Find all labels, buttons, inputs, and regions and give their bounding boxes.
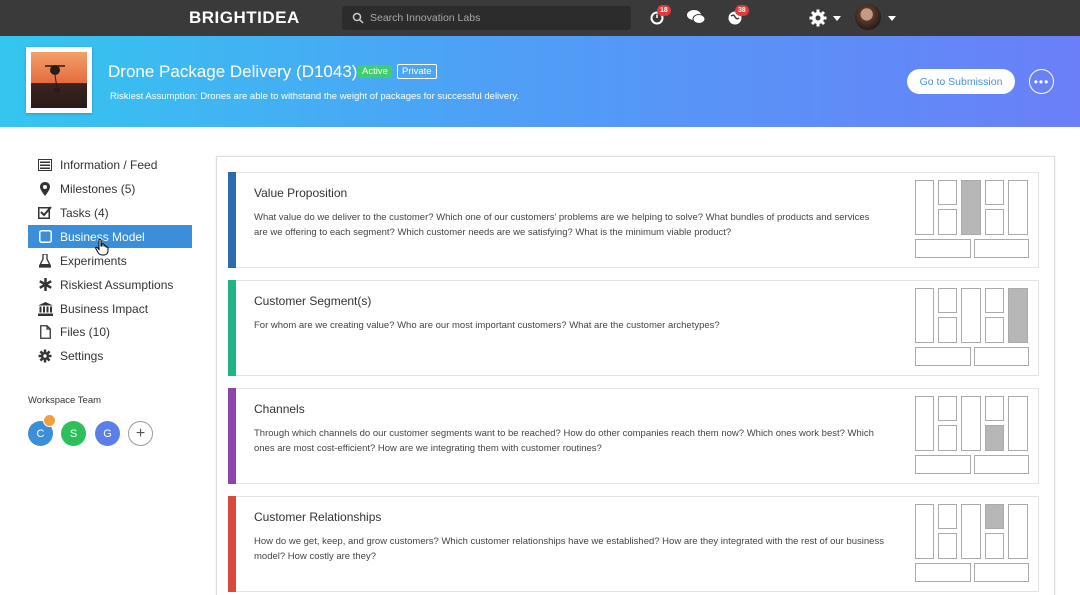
card-title: Customer Relationships	[254, 510, 382, 524]
sidebar-item-label: Milestones (5)	[60, 181, 136, 196]
user-avatar[interactable]	[855, 4, 881, 30]
sidebar-item-label: Experiments	[60, 253, 127, 268]
sidebar-item-files[interactable]: Files (10)	[28, 320, 192, 343]
card-customer-relationships[interactable]: Customer Relationships How do we get, ke…	[228, 496, 1039, 592]
riskiest-assumption-text: Riskiest Assumption: Drones are able to …	[110, 91, 520, 102]
go-to-submission-button[interactable]: Go to Submission	[907, 69, 1015, 94]
chevron-down-icon[interactable]	[888, 16, 896, 21]
gear-icon	[37, 348, 53, 364]
search-input[interactable]	[370, 12, 620, 24]
sidebar-item-experiments[interactable]: Experiments	[28, 249, 192, 272]
sidebar-item-business-model[interactable]: Business Model	[28, 225, 192, 248]
business-canvas-thumbnail	[915, 504, 1031, 584]
map-pin-icon	[37, 181, 53, 197]
card-description: Through which channels do our customer s…	[254, 428, 874, 454]
card-color-stripe	[228, 388, 236, 484]
card-description: What value do we deliver to the customer…	[254, 212, 870, 238]
card-color-stripe	[228, 172, 236, 268]
avatar-initial: G	[103, 427, 112, 440]
square-icon	[37, 229, 53, 245]
add-team-member-button[interactable]: +	[128, 421, 153, 446]
card-title: Value Proposition	[254, 186, 348, 200]
business-canvas-thumbnail	[915, 288, 1031, 368]
team-member-avatar[interactable]: G	[95, 421, 120, 446]
sidebar-item-label: Information / Feed	[60, 157, 158, 172]
card-title: Customer Segment(s)	[254, 294, 372, 308]
card-value-proposition[interactable]: Value Proposition What value do we deliv…	[228, 172, 1039, 268]
owner-badge-icon	[43, 414, 56, 427]
feed-icon	[37, 157, 53, 173]
chat-bubbles-icon[interactable]	[686, 8, 706, 28]
sidebar-item-label: Tasks (4)	[60, 205, 109, 220]
hand-cursor-icon	[95, 239, 109, 256]
status-badge: Active	[358, 65, 392, 78]
business-canvas-thumbnail	[915, 180, 1031, 260]
card-title: Channels	[254, 402, 305, 416]
card-description: For whom are we creating value? Who are …	[254, 320, 720, 331]
sidebar-item-tasks[interactable]: Tasks (4)	[28, 201, 192, 224]
avatar-initial: C	[36, 427, 45, 440]
stopwatch-icon[interactable]: 18	[648, 5, 671, 28]
search-box[interactable]	[342, 6, 631, 30]
visibility-badge: Private	[397, 64, 437, 79]
asterisk-icon	[37, 277, 53, 293]
card-color-stripe	[228, 280, 236, 376]
checkbox-icon	[37, 205, 53, 221]
sidebar-item-milestones[interactable]: Milestones (5)	[28, 177, 192, 200]
card-color-stripe	[228, 496, 236, 592]
team-member-avatar[interactable]: S	[61, 421, 86, 446]
flask-icon	[37, 253, 53, 269]
sidebar-item-label: Riskiest Assumptions	[60, 277, 174, 292]
workspace-team-label: Workspace Team	[28, 395, 102, 406]
sidebar-item-business-impact[interactable]: Business Impact	[28, 297, 192, 320]
business-canvas-thumbnail	[915, 396, 1031, 476]
gear-icon[interactable]	[808, 8, 828, 28]
file-icon	[37, 324, 53, 340]
sidebar-item-riskiest-assumptions[interactable]: Riskiest Assumptions	[28, 273, 192, 296]
avatar-initial: S	[69, 427, 78, 440]
project-thumbnail	[26, 47, 92, 113]
sidebar-item-information-feed[interactable]: Information / Feed	[28, 153, 192, 176]
sidebar-item-settings[interactable]: Settings	[28, 344, 192, 367]
search-icon	[350, 10, 366, 26]
ellipsis-icon[interactable]: •••	[1029, 69, 1054, 94]
sidebar-item-label: Business Impact	[60, 301, 149, 316]
card-customer-segments[interactable]: Customer Segment(s) For whom are we crea…	[228, 280, 1039, 376]
chevron-down-icon[interactable]	[833, 16, 841, 21]
sidebar-item-label: Files (10)	[60, 324, 111, 339]
card-channels[interactable]: Channels Through which channels do our c…	[228, 388, 1039, 484]
notification-badge: 38	[735, 5, 749, 16]
card-description: How do we get, keep, and grow customers?…	[254, 536, 884, 562]
sidebar-item-label: Settings	[60, 348, 104, 363]
globe-icon[interactable]: 38	[726, 5, 749, 28]
bank-icon	[37, 301, 53, 317]
page-title: Drone Package Delivery (D1043)	[108, 62, 358, 81]
brand-logo[interactable]: BRIGHTIDEA	[189, 8, 300, 28]
notification-badge: 18	[657, 5, 671, 16]
top-navbar: BRIGHTIDEA 18 38	[0, 0, 1080, 36]
